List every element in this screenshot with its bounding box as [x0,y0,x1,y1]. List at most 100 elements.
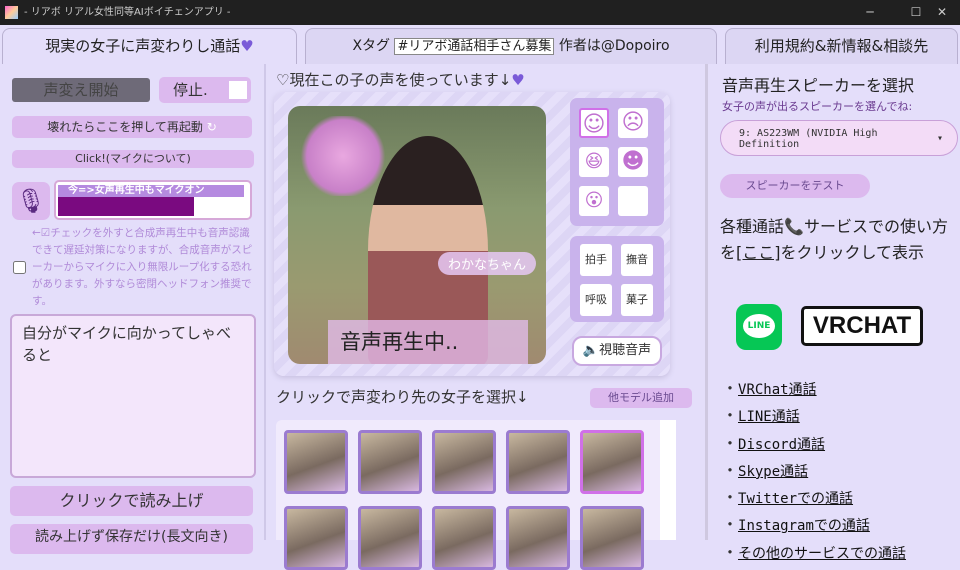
voice-model-thumb[interactable] [506,506,570,570]
emotion-panel: ☺ ☹ 😆 ☻ 😮 [570,98,664,226]
face-surprised-icon[interactable]: 😮 [579,186,609,216]
grid-scrollbar[interactable] [660,420,676,540]
speaker-subheading: 女子の声が出るスピーカーを選んでね: [722,100,913,113]
tab-terms[interactable]: 利用規約&新情報&相談先 [725,28,958,64]
service-link-item: ・その他のサービスでの通話 [722,542,907,562]
tab-label: 現実の女子に声変わりし通話 [45,37,241,55]
howto-text: 各種通話📞サービスでの使い方を[ここ]をクリックして表示 [720,214,956,266]
window-title: - リアボ リアル女性同等AIボイチェンアプリ - [24,7,231,18]
select-voice-heading: クリックで声変わり先の女子を選択↓ [276,388,529,406]
voice-model-thumb[interactable] [284,506,348,570]
heart-icon: ♥ [511,71,525,89]
phone-icon: 📞 [784,217,804,236]
test-speaker-button[interactable]: スピーカーをテスト [720,174,870,198]
service-link-item: ・Instagramでの通話 [722,515,870,535]
sound-effect-panel: 拍手 撫音 呼吸 菓子 [570,236,664,322]
ribbon-decoration [298,116,388,196]
playing-status: 音声再生中.. [328,320,528,364]
title-bar: - リアボ リアル女性同等AIボイチェンアプリ - ─ ☐ ✕ [0,0,960,25]
stop-checkbox[interactable] [229,81,247,99]
other-service-link[interactable]: その他のサービスでの通話 [738,546,906,562]
speech-textarea[interactable]: 自分がマイクに向かってしゃべると [10,314,256,478]
stop-label: 停止. [173,81,208,99]
voice-model-thumb[interactable] [358,430,422,494]
voice-model-thumb[interactable] [358,506,422,570]
microphone-icon[interactable]: 🎙 [12,182,50,220]
face-sad-icon[interactable]: ☹ [618,108,648,138]
speaker-value: 9: AS223WM (NVIDIA High Definition [739,128,878,150]
instagram-link[interactable]: Instagramでの通話 [738,518,870,534]
author-label: 作者は@Dopoiro [558,38,670,54]
voice-model-grid [276,420,676,570]
heading-text: 現在この子の声を使っています↓ [289,71,512,89]
tab-voice-call[interactable]: 現実の女子に声変わりし通話♥ [2,28,297,64]
current-voice-heading: ♡現在この子の声を使っています↓♥ [276,69,525,90]
center-panel: ♡現在この子の声を使っています↓♥ わかなちゃん 音声再生中.. ☺ ☹ 😆 ☻… [268,64,704,570]
app-icon [5,6,18,19]
line-link[interactable]: LINE通話 [738,409,800,425]
face-laugh-icon[interactable]: 😆 [579,147,609,177]
howto-pre: 各種通話 [720,217,785,236]
mic-info-button[interactable]: Click!(マイクについて) [12,150,254,168]
start-voice-change-button[interactable]: 声変え開始 [12,78,150,102]
voice-model-thumb-selected[interactable] [580,430,644,494]
service-link-item: ・Discord通話 [722,433,826,453]
character-card: わかなちゃん 音声再生中.. ☺ ☹ 😆 ☻ 😮 拍手 撫音 呼吸 菓子 🔈視聴… [274,92,670,376]
mic-status-label: 今=>女声再生中もマイクオン [58,185,244,197]
service-link-item: ・Twitterでの通話 [722,488,854,508]
face-happy-icon[interactable]: ☺ [579,108,609,138]
vrchat-link[interactable]: VRChat通話 [738,382,817,398]
speaker-select[interactable]: 9: AS223WM (NVIDIA High Definition ▾ [720,120,958,156]
howto-link[interactable]: [ここ] [736,243,781,262]
close-button[interactable]: ✕ [924,0,960,25]
howto-post: をクリックして表示 [780,243,925,262]
service-links: ・VRChat通話 ・LINE通話 ・Discord通話 ・Skype通話 ・T… [722,376,906,567]
service-link-item: ・LINE通話 [722,406,800,426]
service-link-item: ・Skype通話 [722,460,809,480]
sfx-breath-button[interactable]: 呼吸 [580,284,612,316]
right-panel: 音声再生スピーカーを選択 女子の声が出るスピーカーを選んでね: 9: AS223… [705,64,960,562]
preview-label: 視聴音声 [599,343,652,358]
sfx-clap-button[interactable]: 拍手 [580,244,612,276]
voice-model-thumb[interactable] [506,430,570,494]
sfx-stroke-button[interactable]: 撫音 [621,244,653,276]
heart-icon: ♥ [240,37,254,55]
service-link-item: ・VRChat通話 [722,379,817,398]
speaker-icon: 🔈 [582,343,600,358]
tab-label: 利用規約&新情報&相談先 [754,37,929,55]
voice-model-thumb[interactable] [432,430,496,494]
stop-button[interactable]: 停止. [159,77,251,103]
sfx-snack-button[interactable]: 菓子 [621,284,653,316]
chevron-down-icon: ▾ [936,133,943,144]
tab-x-tag[interactable]: Xタグ #リアボ通話相手さん募集 作者は@Dopoiro [305,28,717,64]
voice-model-thumb[interactable] [580,506,644,570]
character-image: わかなちゃん 音声再生中.. [288,106,546,364]
add-model-button[interactable]: 他モデル追加 [590,388,692,408]
mic-note: ←☑チェックを外すと合成声再生中も音声認識できて遅延対策になりますが、合成音声が… [32,227,253,307]
minimize-button[interactable]: ─ [852,0,888,25]
twitter-link[interactable]: Twitterでの通話 [738,491,853,507]
read-aloud-button[interactable]: クリックで読み上げ [10,486,253,516]
face-smile-icon[interactable]: ☻ [618,147,648,177]
restart-label: 壊れたらここを押して再起動 [47,120,203,134]
restart-button[interactable]: 壊れたらここを押して再起動 ↻ [12,116,252,138]
heart-outline-icon: ♡ [276,71,290,89]
face-blank-button[interactable] [618,186,648,216]
voice-model-thumb[interactable] [284,430,348,494]
preview-voice-button[interactable]: 🔈視聴音声 [572,336,662,366]
line-logo[interactable]: LINE [736,304,782,350]
speaker-heading: 音声再生スピーカーを選択 [722,76,915,95]
x-tag-field[interactable]: #リアボ通話相手さん募集 [394,38,555,55]
voice-model-thumb[interactable] [432,506,496,570]
save-only-button[interactable]: 読み上げず保存だけ(長文向き) [10,524,253,554]
skype-link[interactable]: Skype通話 [738,464,808,480]
left-panel: 声変え開始 停止. 壊れたらここを押して再起動 ↻ Click!(マイクについて… [0,64,266,554]
mic-mute-checkbox[interactable] [13,261,26,274]
refresh-icon: ↻ [206,120,217,134]
mic-level-meter: 今=>女声再生中もマイクオン [54,180,252,220]
character-name: わかなちゃん [438,252,537,275]
discord-link[interactable]: Discord通話 [738,437,825,453]
tab-label: Xタグ [352,38,391,54]
line-logo-text: LINE [743,314,775,338]
vrchat-logo[interactable]: VRCHAT [801,306,923,346]
